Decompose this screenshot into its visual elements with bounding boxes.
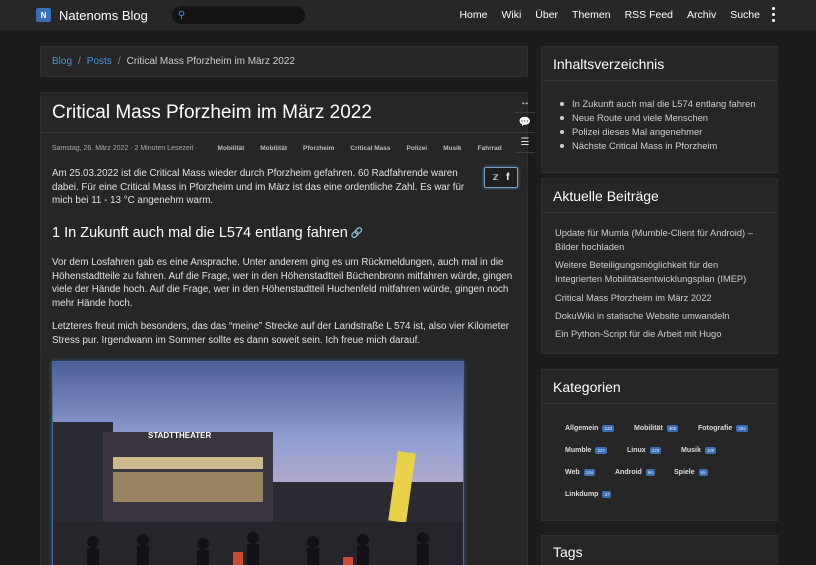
search-input[interactable] [189,9,290,21]
recent-post-link[interactable]: DokuWiki in statische Website umwandeln [555,310,765,324]
toc-item[interactable]: Neue Route und viele Menschen [560,111,755,125]
nav-search[interactable]: Suche [730,9,760,21]
nav-rss[interactable]: RSS Feed [625,9,673,21]
comments-icon[interactable]: 💬 [515,113,535,133]
anchor-link-icon[interactable]: 🔗 [351,228,363,239]
brand[interactable]: N Natenoms Blog [36,8,148,23]
post-tag[interactable]: Critical Mass [350,145,390,152]
article-tools: ↔ 💬 ☰ [515,93,535,153]
width-toggle-icon[interactable]: ↔ [515,93,535,113]
tags-title: Tags [553,544,583,560]
post-photo[interactable]: STADTTHEATER [52,361,464,565]
post-intro: Am 25.03.2022 ist die Critical Mass wied… [52,168,465,207]
category-link[interactable]: Mumble 227 [565,447,607,454]
post-title: Critical Mass Pforzheim im März 2022 [52,102,372,123]
section-paragraph: Letzteres freut mich besonders, das das … [52,321,510,346]
breadcrumb-blog[interactable]: Blog [52,56,72,67]
category-link[interactable]: Linkdump 37 [565,491,612,498]
search-box[interactable]: ⚲ [171,6,305,24]
section-paragraph: Vor dem Losfahren gab es eine Ansprache.… [52,257,513,309]
category-link[interactable]: Android 96 [615,469,655,476]
nav-links: Home Wiki Über Themen RSS Feed Archiv Su… [445,0,760,30]
post-tags: Mobilität Mobilität Pforzheim Critical M… [208,145,508,152]
toc-widget: Inhaltsverzeichnis In Zukunft auch mal d… [541,46,778,173]
section-heading: 1 In Zukunft auch mal die L574 entlang f… [52,225,364,241]
divider [41,132,515,133]
category-link[interactable]: Allgemein 633 [565,425,614,432]
count-badge: 228 [649,447,662,454]
breadcrumb: Blog / Posts / Critical Mass Pforzheim i… [40,46,528,77]
nav-home[interactable]: Home [459,9,487,21]
categories-widget: Kategorien Allgemein 633 Mobilität 405 Fot… [541,369,778,521]
post-tag[interactable]: Fahrrad [478,145,502,152]
recent-post-link[interactable]: Ein Python-Script für die Arbeit mit Hug… [555,328,765,342]
theater-sign: STADTTHEATER [148,431,211,440]
count-badge: 227 [595,447,607,454]
toc-list: In Zukunft auch mal die L574 entlang fah… [560,97,755,153]
navbar: N Natenoms Blog ⚲ Home Wiki Über Themen … [0,0,816,30]
count-badge: 405 [666,425,679,432]
twitter-icon[interactable]: 𝕫 [493,172,499,183]
category-link[interactable]: Fotografie 392 [698,425,748,432]
post-tag[interactable]: Mobilität [260,145,287,152]
count-badge: 104 [583,469,596,476]
post-tag[interactable]: Musik [443,145,461,152]
breadcrumb-posts[interactable]: Posts [87,56,112,67]
nav-wiki[interactable]: Wiki [501,9,521,21]
count-badge: 108 [704,447,717,454]
breadcrumb-separator: / [78,56,81,67]
count-badge: 96 [645,469,655,476]
count-badge: 633 [602,425,614,432]
recent-title: Aktuelle Beiträge [553,188,659,204]
toc-toggle-icon[interactable]: ☰ [515,133,535,153]
category-link[interactable]: Linux 228 [627,447,662,454]
breadcrumb-separator: / [117,56,121,67]
toc-item[interactable]: In Zukunft auch mal die L574 entlang fah… [560,97,755,111]
category-link[interactable]: Web 104 [565,469,596,476]
recent-posts-widget: Aktuelle Beiträge Update für Mumla (Mumb… [541,178,778,354]
recent-post-link[interactable]: Update für Mumla (Mumble-Client für Andr… [555,227,765,254]
recent-post-link[interactable]: Weitere Beteiligungsmöglichkeit für den … [555,259,765,286]
toc-item[interactable]: Nächste Critical Mass in Pforzheim [560,139,755,153]
blog-logo-icon: N [36,8,51,22]
count-badge: 392 [736,425,748,432]
more-menu-icon[interactable] [772,7,776,22]
toc-item[interactable]: Polizei dieses Mal angenehmer [560,125,755,139]
nav-archive[interactable]: Archiv [687,9,716,21]
category-link[interactable]: Spiele 65 [674,469,708,476]
article: Critical Mass Pforzheim im März 2022 ↔ 💬… [40,92,535,565]
category-link[interactable]: Musik 108 [681,447,717,454]
post-tag[interactable]: Polizei [407,145,428,152]
facebook-icon[interactable]: f [506,172,509,183]
breadcrumb-current: Critical Mass Pforzheim im März 2022 [126,56,295,67]
reading-time: 2 Minuten Lesezeit [134,145,194,152]
search-icon: ⚲ [177,9,186,21]
count-badge: 37 [602,491,612,498]
post-date: Samstag, 26. März 2022 [52,145,129,152]
count-badge: 65 [698,469,708,476]
brand-title[interactable]: Natenoms Blog [59,8,148,23]
toc-title: Inhaltsverzeichnis [553,56,665,72]
nav-about[interactable]: Über [535,9,558,21]
recent-post-link[interactable]: Critical Mass Pforzheim im März 2022 [555,292,765,306]
nav-topics[interactable]: Themen [572,9,611,21]
category-link[interactable]: Mobilität 405 [634,425,679,432]
post-tag[interactable]: Pforzheim [303,145,334,152]
post-tag[interactable]: Mobilität [218,145,245,152]
tags-widget: Tags [541,535,778,565]
categories-title: Kategorien [553,379,621,395]
post-meta: Samstag, 26. März 2022 · 2 Minuten Lesez… [52,145,512,152]
share-buttons: 𝕫 f [484,167,518,188]
